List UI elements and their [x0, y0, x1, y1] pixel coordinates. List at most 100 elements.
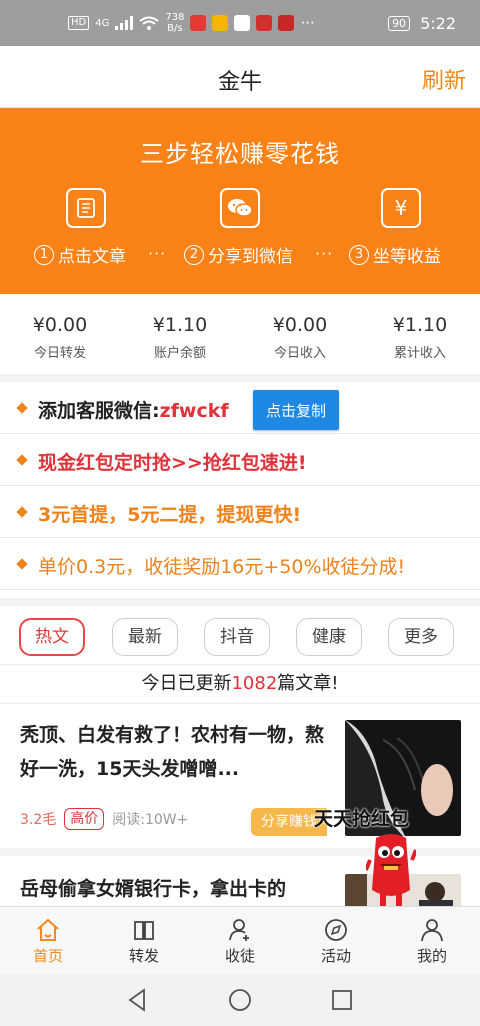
nav-label: 活动 — [320, 947, 351, 965]
hd-indicator: HD — [68, 16, 90, 30]
yen-icon[interactable]: ¥ — [381, 188, 421, 228]
tab-douyin[interactable]: 抖音 — [204, 618, 270, 656]
update-count: 1082 — [231, 673, 278, 694]
compass-icon — [325, 919, 347, 941]
stat-total-income[interactable]: ¥1.10 累计收入 — [360, 314, 480, 361]
stat-label: 账户余额 — [153, 346, 206, 361]
app-notification-icon — [212, 15, 229, 31]
wechat-id: zfwckf — [159, 400, 229, 422]
home-circle-icon[interactable] — [228, 988, 252, 1012]
app-notification-icon — [234, 15, 251, 31]
stat-value: ¥1.10 — [392, 314, 448, 336]
notice-wechat: 添加客服微信:zfwckf 点击复制 — [0, 382, 480, 434]
bullet-icon — [16, 558, 28, 570]
step-label: 点击文章 — [58, 247, 126, 267]
step-label: 分享到微信 — [208, 247, 293, 267]
speed-value: 738 — [165, 12, 185, 23]
bullet-icon — [16, 402, 28, 414]
notice-text: 添加客服微信:zfwckf — [38, 396, 229, 423]
stat-today-forward[interactable]: ¥0.00 今日转发 — [0, 314, 120, 361]
stat-label: 累计收入 — [393, 346, 446, 361]
stat-balance[interactable]: ¥1.10 账户余额 — [120, 314, 240, 361]
refresh-button[interactable]: 刷新 — [422, 63, 466, 95]
update-prefix: 今日已更新 — [141, 673, 232, 694]
step-separator: ··· — [315, 244, 334, 263]
status-bar: HD 4G 738 B/s ··· 90 5:22 — [0, 0, 480, 46]
tab-more[interactable]: 更多 — [388, 618, 454, 656]
article-title[interactable]: 秃顶、白发有救了！农村有一物，熬好一洗，15天头发噌噌... — [20, 718, 330, 786]
bullet-icon — [16, 454, 28, 466]
article-meta: 3.2毛 高价 阅读:10W+ — [20, 808, 188, 830]
step-number: 3 — [349, 244, 369, 265]
tab-health[interactable]: 健康 — [296, 618, 362, 656]
nav-label: 首页 — [32, 947, 63, 965]
stat-today-income[interactable]: ¥0.00 今日收入 — [240, 314, 360, 361]
back-icon[interactable] — [126, 988, 148, 1012]
page-title: 金牛 — [217, 70, 262, 95]
bullet-icon — [16, 506, 28, 518]
article-icon[interactable] — [66, 188, 106, 228]
red-packet-mascot-icon[interactable] — [366, 830, 416, 908]
user-add-icon — [229, 919, 249, 941]
signal-icon — [115, 16, 134, 30]
earn-banner: 三步轻松赚零花钱 ¥ 1 点击文章 ··· 2 分享到微信 ··· 3 坐等收益 — [0, 108, 480, 294]
nav-recruit[interactable]: 收徒 — [192, 907, 288, 975]
network-label: 4G — [95, 17, 110, 29]
bottom-nav: 首页 转发 收徒 活动 我的 — [0, 906, 480, 974]
notice-red-packet[interactable]: 现金红包定时抢>>抢红包速进! — [0, 434, 480, 486]
tab-latest[interactable]: 最新 — [112, 618, 178, 656]
notice-text[interactable]: 现金红包定时抢>>抢红包速进! — [38, 448, 307, 475]
nav-activity[interactable]: 活动 — [288, 907, 384, 975]
wechat-icon[interactable] — [220, 188, 260, 228]
status-right: 90 5:22 — [388, 14, 456, 33]
recents-icon[interactable] — [331, 989, 353, 1011]
stat-value: ¥1.10 — [152, 314, 208, 336]
yen-symbol: ¥ — [394, 196, 408, 220]
stat-label: 今日转发 — [33, 346, 86, 361]
wechat-prefix: 添加客服微信: — [38, 400, 160, 422]
stat-value: ¥0.00 — [32, 314, 88, 336]
update-suffix: 篇文章! — [277, 673, 339, 694]
nav-label: 收徒 — [224, 947, 255, 965]
update-summary: 今日已更新1082篇文章! — [0, 664, 480, 704]
article-reward: 3.2毛 — [20, 812, 57, 828]
category-tabs: 热文 最新 抖音 健康 更多 — [0, 598, 480, 664]
article-title[interactable]: 岳母偷拿女婿银行卡，拿出卡的 — [20, 872, 330, 906]
article-reads: 阅读:10W+ — [112, 812, 189, 828]
nav-home[interactable]: 首页 — [0, 907, 96, 975]
nav-forward[interactable]: 转发 — [96, 907, 192, 975]
status-left: HD 4G 738 B/s ··· — [68, 12, 315, 34]
high-price-tag: 高价 — [64, 808, 105, 830]
step-2[interactable]: 2 分享到微信 — [184, 242, 293, 267]
earnings-stats: ¥0.00 今日转发 ¥1.10 账户余额 ¥0.00 今日收入 ¥1.10 累… — [0, 294, 480, 382]
step-3[interactable]: 3 坐等收益 — [349, 242, 441, 267]
stat-value: ¥0.00 — [272, 314, 328, 336]
step-number: 2 — [184, 244, 204, 265]
battery-icon: 90 — [388, 16, 411, 31]
stat-label: 今日收入 — [273, 346, 326, 361]
home-icon — [37, 918, 59, 941]
copy-wechat-button[interactable]: 点击复制 — [253, 390, 339, 430]
network-speed: 738 B/s — [165, 12, 184, 34]
notice-text: 3元首提，5元二提，提现更快! — [38, 504, 302, 526]
tab-hot[interactable]: 热文 — [19, 618, 85, 656]
profile-icon — [421, 919, 443, 942]
nav-profile[interactable]: 我的 — [384, 907, 480, 975]
step-1[interactable]: 1 点击文章 — [34, 242, 126, 267]
notice-text: 单价0.3元，收徒奖励16元+50%收徒分成! — [38, 556, 406, 578]
book-icon — [134, 921, 154, 940]
red-packet-floating-label[interactable]: 天天抢红包 — [314, 804, 409, 831]
system-nav-bar — [0, 974, 480, 1026]
app-notification-icon — [190, 15, 207, 31]
nav-label: 转发 — [128, 947, 159, 965]
app-notification-icon — [256, 15, 273, 31]
steps-row: 1 点击文章 ··· 2 分享到微信 ··· 3 坐等收益 — [0, 242, 480, 272]
speed-unit: B/s — [167, 23, 183, 34]
step-label: 坐等收益 — [373, 247, 441, 267]
step-separator: ··· — [148, 244, 167, 263]
app-notification-icon — [278, 15, 295, 31]
notice-price: 单价0.3元，收徒奖励16元+50%收徒分成! — [0, 538, 480, 590]
step-number: 1 — [34, 244, 54, 265]
notice-withdraw: 3元首提，5元二提，提现更快! — [0, 486, 480, 538]
wifi-icon — [139, 16, 159, 30]
